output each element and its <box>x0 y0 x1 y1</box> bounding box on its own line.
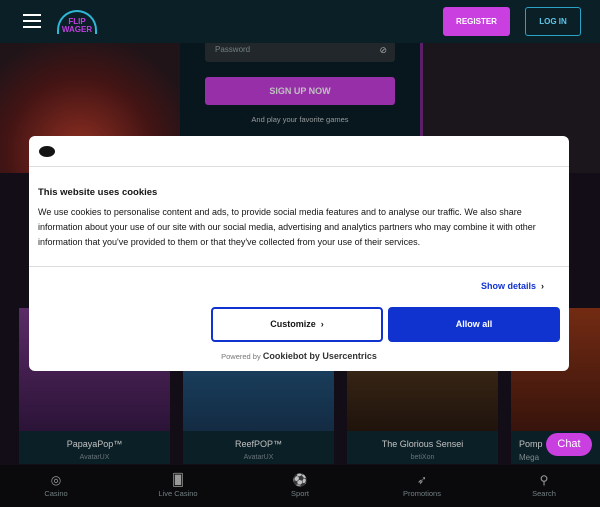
login-button[interactable]: LOG IN <box>525 7 581 36</box>
show-details-link[interactable]: Show details › <box>481 281 544 291</box>
cookie-text: We use cookies to personalise content an… <box>38 207 536 247</box>
cookie-title: This website uses cookies <box>38 187 158 198</box>
chat-button[interactable]: Chat <box>546 433 592 456</box>
cookiebot-link[interactable]: Cookiebot by Usercentrics <box>263 351 377 361</box>
chevron-right-icon: › <box>320 319 324 329</box>
cookie-dialog: This website uses cookies We use cookies… <box>29 136 569 371</box>
powered-by: Powered by Cookiebot by Usercentrics <box>221 351 377 361</box>
menu-icon[interactable] <box>23 14 41 28</box>
register-button[interactable]: REGISTER <box>443 7 510 36</box>
header: FLIP WAGER REGISTER LOG IN <box>0 0 600 43</box>
chevron-right-icon: › <box>541 281 545 291</box>
divider <box>29 266 569 267</box>
cookiebot-logo-icon <box>39 146 55 157</box>
divider <box>29 166 569 167</box>
allow-all-button[interactable]: Allow all <box>388 307 560 342</box>
logo[interactable]: FLIP WAGER <box>57 10 97 34</box>
customize-button[interactable]: Customize › <box>211 307 383 342</box>
